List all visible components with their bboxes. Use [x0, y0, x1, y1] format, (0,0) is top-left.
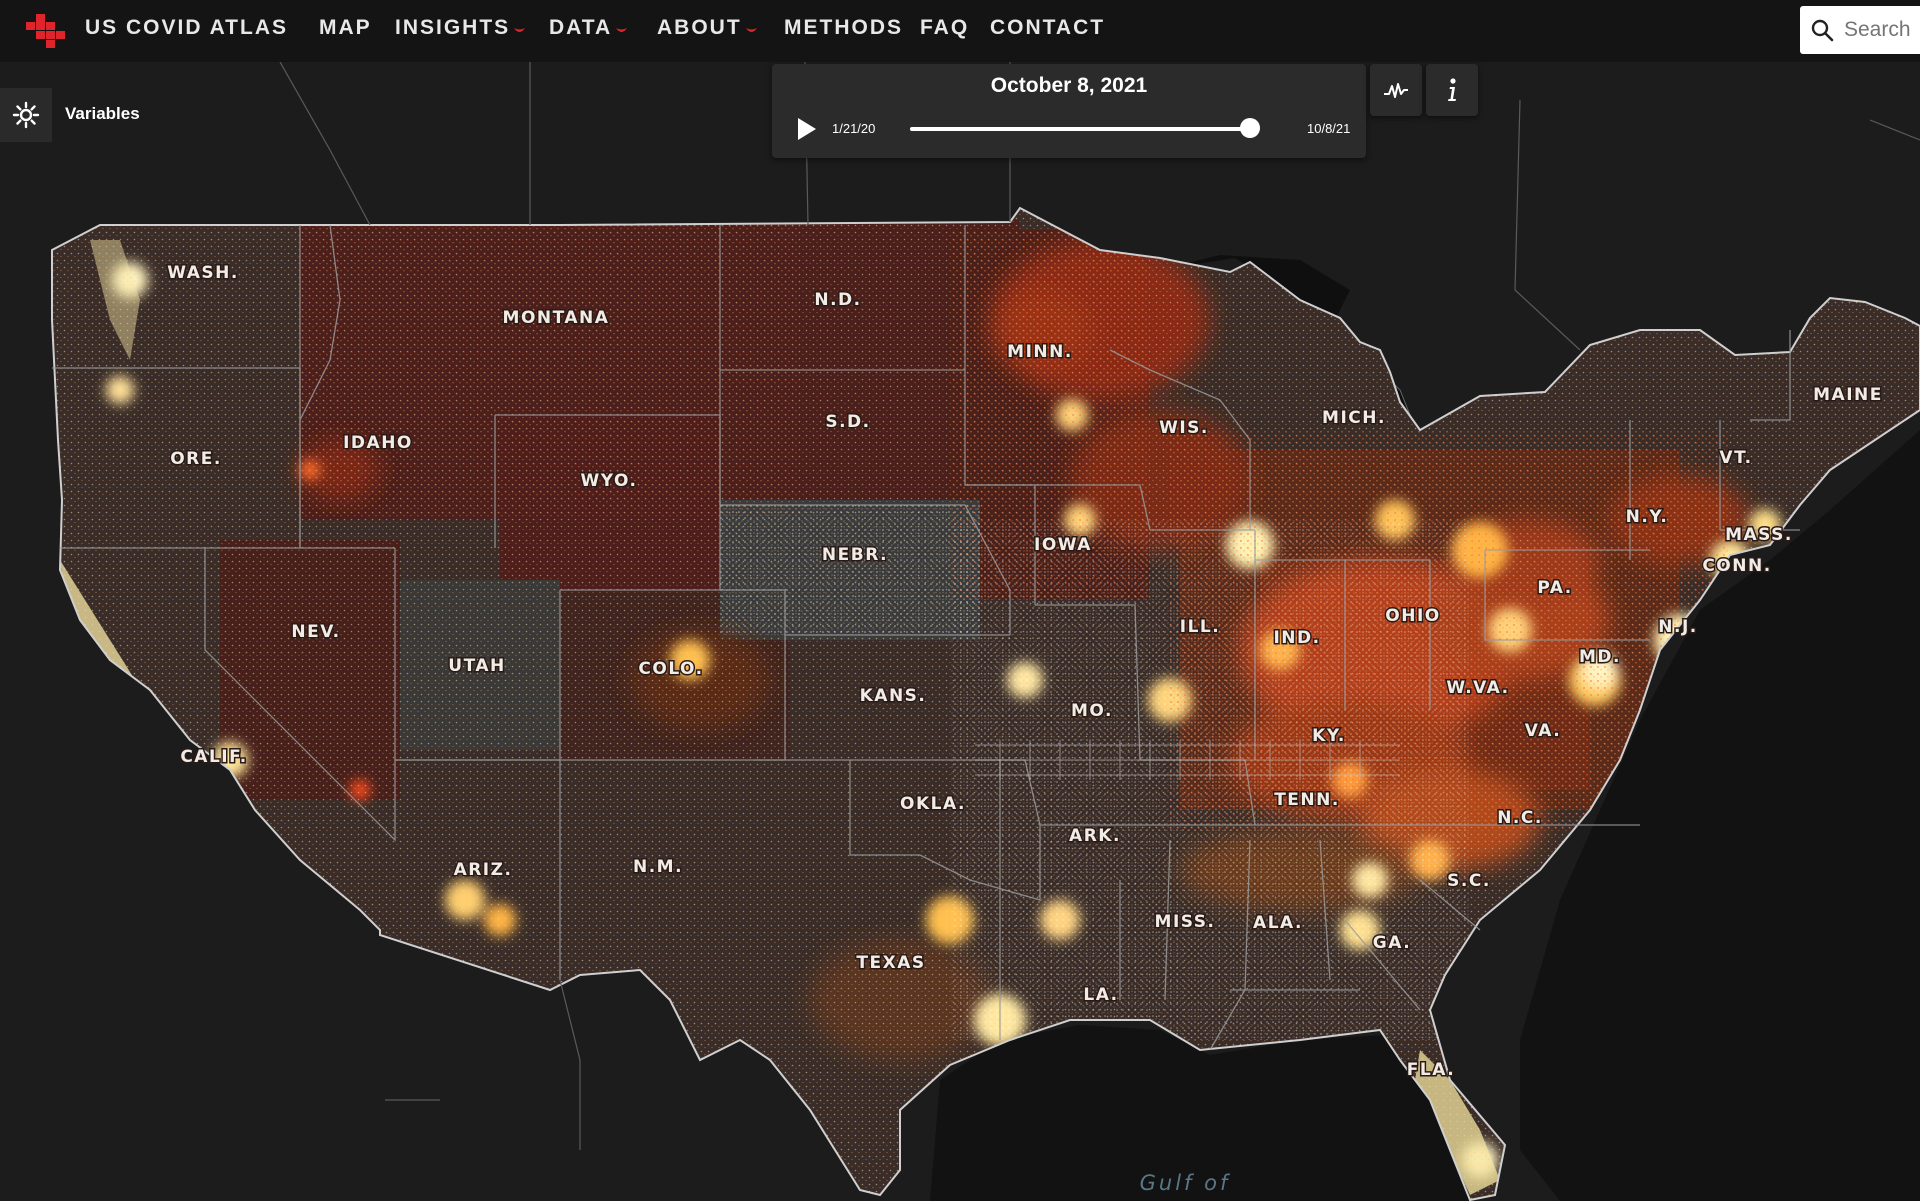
- app-title[interactable]: US COVID ATLAS: [85, 16, 288, 40]
- variables-label[interactable]: Variables: [65, 104, 140, 124]
- nav-insights[interactable]: INSIGHTS: [395, 16, 526, 40]
- state-label: MD.: [1579, 647, 1621, 667]
- state-label: WASH.: [167, 263, 239, 283]
- state-label: CALIF.: [180, 747, 247, 767]
- state-label: W.VA.: [1446, 678, 1509, 698]
- state-label: MAINE: [1813, 385, 1883, 405]
- state-label: KY.: [1312, 726, 1346, 746]
- state-label: CONN.: [1702, 556, 1771, 576]
- chevron-down-icon: [616, 28, 628, 32]
- state-label: N.D.: [814, 290, 861, 310]
- nav-methods[interactable]: METHODS: [784, 16, 903, 40]
- state-label: KANS.: [860, 686, 927, 706]
- search-icon: [1811, 19, 1834, 42]
- state-label: COLO.: [638, 659, 703, 679]
- start-date-label: 1/21/20: [832, 121, 876, 136]
- state-label: ILL.: [1180, 617, 1220, 637]
- nav-map[interactable]: MAP: [319, 16, 372, 40]
- state-label: UTAH: [448, 656, 505, 676]
- state-label: FLA.: [1407, 1060, 1455, 1080]
- state-label: ARIZ.: [454, 860, 513, 880]
- state-label: VT.: [1719, 448, 1752, 468]
- atlas-logo-icon[interactable]: [26, 14, 66, 48]
- nav-about[interactable]: ABOUT: [657, 16, 757, 40]
- state-label: S.D.: [825, 412, 870, 432]
- state-label: VA.: [1525, 721, 1561, 741]
- search-input[interactable]: [1842, 17, 1920, 43]
- water-label: Gulf of: [1140, 1171, 1231, 1195]
- state-label: IOWA: [1034, 535, 1092, 555]
- line-chart-button[interactable]: [1370, 64, 1422, 116]
- state-label: ALA.: [1253, 913, 1303, 933]
- state-label: ARK.: [1069, 826, 1121, 846]
- nav-contact[interactable]: CONTACT: [990, 16, 1105, 40]
- state-label: IDAHO: [343, 433, 413, 453]
- info-button[interactable]: [1426, 64, 1478, 116]
- variables-toggle-button[interactable]: [0, 88, 52, 142]
- state-label: WIS.: [1159, 418, 1209, 438]
- slider-track[interactable]: [910, 127, 1260, 131]
- state-label: TEXAS: [856, 953, 925, 973]
- state-label: TENN.: [1274, 790, 1340, 810]
- state-label: OHIO: [1385, 606, 1440, 626]
- slider-thumb[interactable]: [1239, 118, 1260, 138]
- state-label: MISS.: [1155, 912, 1216, 932]
- gear-icon: [12, 101, 40, 129]
- nav-faq[interactable]: FAQ: [920, 16, 969, 40]
- state-label: MO.: [1071, 701, 1113, 721]
- state-label: MINN.: [1007, 342, 1073, 362]
- state-label: MONTANA: [503, 308, 610, 328]
- state-label: MICH.: [1322, 408, 1386, 428]
- state-label: N.J.: [1658, 617, 1697, 637]
- state-label: PA.: [1537, 578, 1572, 598]
- state-label: N.C.: [1497, 808, 1543, 828]
- end-date-label: 10/8/21: [1307, 121, 1351, 136]
- state-label: NEV.: [291, 622, 340, 642]
- state-label: GA.: [1373, 933, 1411, 953]
- info-icon: [1448, 78, 1456, 101]
- slider-fill: [910, 127, 1250, 131]
- state-label: NEBR.: [822, 545, 888, 565]
- chevron-down-icon: [514, 28, 526, 32]
- date-slider-panel: October 8, 2021 1/21/20 10/8/21: [772, 64, 1366, 158]
- state-label: S.C.: [1447, 871, 1491, 891]
- nav-data[interactable]: DATA: [549, 16, 628, 40]
- state-label: OKLA.: [900, 794, 966, 814]
- state-label: MASS.: [1725, 525, 1793, 545]
- state-label: ORE.: [170, 449, 222, 469]
- state-label: LA.: [1083, 985, 1118, 1005]
- state-label: N.Y.: [1626, 507, 1669, 527]
- line-chart-icon: [1384, 83, 1408, 98]
- state-label: IND.: [1273, 628, 1320, 648]
- state-label: WYO.: [581, 471, 638, 491]
- search-box[interactable]: [1800, 6, 1920, 54]
- top-nav-bar: US COVID ATLAS MAP INSIGHTS DATA ABOUT M…: [0, 0, 1920, 62]
- choropleth-map[interactable]: WASH. MONTANA N.D. MINN. MAINE ORE. IDAH…: [0, 62, 1920, 1201]
- current-date: October 8, 2021: [990, 74, 1148, 97]
- state-label: N.M.: [633, 857, 683, 877]
- play-icon[interactable]: [796, 116, 818, 142]
- chevron-down-icon: [745, 28, 757, 32]
